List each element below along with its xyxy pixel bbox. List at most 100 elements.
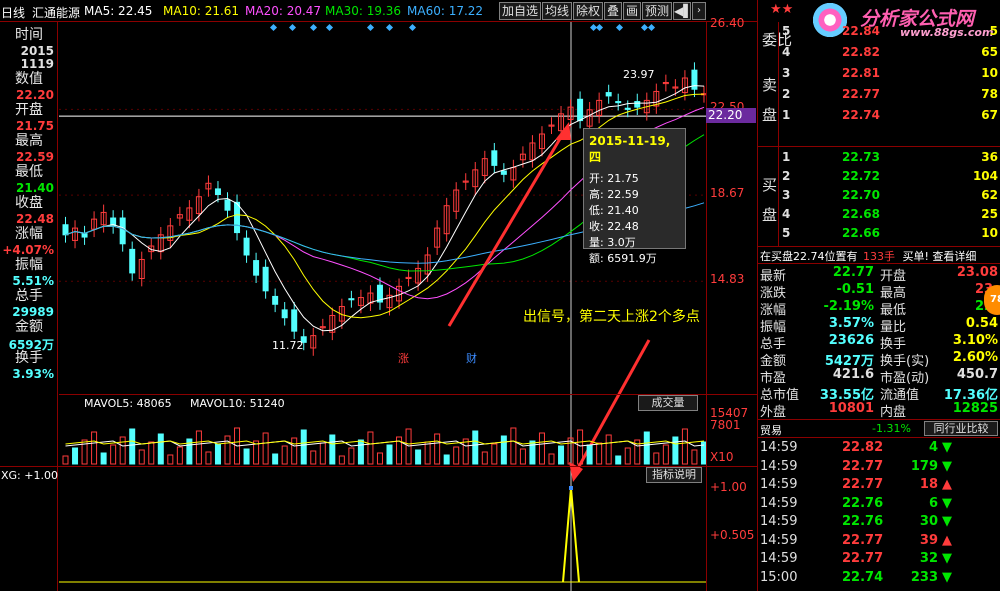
tick-volume: 179 xyxy=(910,458,938,474)
stat-row: 最新 22.77 开盘 23.08 xyxy=(760,265,1000,284)
tick-price: 22.76 xyxy=(842,495,884,511)
price-axis-mid2: 18.67 xyxy=(710,186,745,200)
arrow-1-head xyxy=(555,122,571,140)
sell-level: 5 xyxy=(782,24,791,38)
left-label-5: 收盘 xyxy=(15,195,43,211)
stat-row: 市盈 421.6 市盈(动) 450.7 xyxy=(760,367,1000,386)
buy-row-4[interactable]: 4 22.68 25 xyxy=(780,207,1000,224)
exright-button[interactable]: 除权 xyxy=(573,2,603,20)
add-watchlist-button[interactable]: 加自选 xyxy=(499,2,541,20)
arrow-down-icon: ▼ xyxy=(942,514,952,529)
indicator-help-tab[interactable]: 指标说明 xyxy=(646,467,702,483)
sell-row-1[interactable]: 1 22.74 67 xyxy=(780,108,1000,125)
volume-bar xyxy=(681,428,688,465)
buy-row-1[interactable]: 1 22.73 36 xyxy=(780,150,1000,167)
left-value-0: 2015 xyxy=(20,44,54,58)
period-label[interactable]: 日线 xyxy=(1,4,25,21)
volume-bar xyxy=(338,455,345,465)
left-label-2: 开盘 xyxy=(15,102,43,118)
volume-bar xyxy=(176,446,183,465)
ma30-label: MA30: 19.36 xyxy=(325,4,402,18)
sell-level: 3 xyxy=(782,66,791,80)
volume-bar xyxy=(329,434,336,465)
buy-price: 22.73 xyxy=(842,150,880,164)
ma-button[interactable]: 均线 xyxy=(542,2,572,20)
sell-level: 1 xyxy=(782,108,791,122)
volume-bar xyxy=(72,447,79,465)
buy-label: 买盘 xyxy=(762,176,778,224)
star-icon: ★★ xyxy=(770,2,794,17)
stat-row: 总手 23626 换手 3.10% xyxy=(760,333,1000,352)
buy-row-2[interactable]: 2 22.72 104 xyxy=(780,169,1000,186)
stat-row: 外盘 10801 内盘 12825 xyxy=(760,401,1000,420)
expand-button[interactable]: › xyxy=(692,2,706,20)
ma10-label: MA10: 21.61 xyxy=(163,4,240,18)
arrow-down-icon: ▼ xyxy=(942,440,952,455)
order-info-link[interactable]: 买单! 查看详细 xyxy=(903,250,977,263)
sell-row-3[interactable]: 3 22.81 10 xyxy=(780,66,1000,83)
event-marker xyxy=(366,23,375,32)
volume-bar xyxy=(310,450,317,465)
tooltip-date: 2015-11-19,四 xyxy=(589,134,671,164)
indicator-axis-1: +1.00 xyxy=(710,480,747,494)
tick-row: 15:00 22.74 233 ▼ xyxy=(760,570,1000,587)
buy-volume: 104 xyxy=(972,169,998,183)
volume-bar xyxy=(519,448,526,465)
book-label-divider xyxy=(778,22,779,246)
volume-bar xyxy=(367,431,374,465)
volume-tab[interactable]: 成交量 xyxy=(638,395,698,411)
volume-unit: X10 xyxy=(710,450,734,464)
left-label-3: 最高 xyxy=(15,133,43,149)
buy-row-5[interactable]: 5 22.66 10 xyxy=(780,226,1000,243)
info-divider xyxy=(757,246,1000,247)
event-marker xyxy=(269,23,278,32)
stat-value-2: 2.60% xyxy=(952,350,998,365)
sell-level: 4 xyxy=(782,45,791,59)
left-label-0: 时间 xyxy=(15,27,43,43)
volume-bar xyxy=(110,444,117,465)
volume-bar xyxy=(538,432,545,465)
candle-body xyxy=(348,298,355,301)
stat-value: -0.51 xyxy=(836,282,874,297)
price-low-label: 11.72 xyxy=(272,339,304,352)
volume-bar xyxy=(291,437,298,465)
volume-bar xyxy=(119,436,126,465)
stat-value: 10801 xyxy=(828,401,874,416)
buy-level: 4 xyxy=(782,207,791,221)
volume-bar xyxy=(62,455,69,465)
buy-row-3[interactable]: 3 22.70 62 xyxy=(780,188,1000,205)
buy-volume: 10 xyxy=(981,226,998,240)
predict-button[interactable]: 预测 xyxy=(642,2,672,20)
order-info-bar[interactable]: 在买盘22.74位置有 133手 买单! 查看详细 xyxy=(760,248,1000,263)
buy-level: 3 xyxy=(782,188,791,202)
tick-price: 22.76 xyxy=(842,514,884,529)
stat-row: 总市值 33.55亿 流通值 17.36亿 xyxy=(760,384,1000,403)
tick-row: 14:59 22.77 179 ▼ xyxy=(760,459,1000,476)
mavol5-label: MAVOL5: 48065 xyxy=(84,397,172,410)
buy-price: 22.72 xyxy=(842,169,880,183)
menu-button[interactable]: ◀▌ xyxy=(673,2,692,20)
volume-bar xyxy=(138,449,145,465)
candle-body xyxy=(272,295,279,305)
volume-bar xyxy=(624,447,631,465)
tooltip-high: 高: 22.59 xyxy=(589,188,639,201)
side-badge[interactable]: 78 xyxy=(984,285,1000,315)
volume-bar xyxy=(167,454,174,465)
overlay-button[interactable]: 叠 xyxy=(604,2,622,20)
compare-industry-button[interactable]: 同行业比较 xyxy=(924,421,998,436)
event-marker xyxy=(640,23,649,32)
sell-row-5[interactable]: 5 22.84 5 xyxy=(780,24,1000,41)
stat-value-2: 3.10% xyxy=(952,333,998,348)
candle-body xyxy=(500,170,507,175)
volume-bar xyxy=(224,435,231,465)
ma20-label: MA20: 20.47 xyxy=(245,4,322,18)
left-value-10: 3.93% xyxy=(12,367,54,381)
volume-bar xyxy=(434,433,441,465)
candle-body xyxy=(615,101,622,104)
left-label-9: 金额 xyxy=(15,319,43,335)
draw-button[interactable]: 画 xyxy=(623,2,641,20)
sell-row-4[interactable]: 4 22.82 65 xyxy=(780,45,1000,62)
sell-row-2[interactable]: 2 22.77 78 xyxy=(780,87,1000,104)
candle-body xyxy=(62,224,69,236)
volume-bar xyxy=(491,443,498,465)
